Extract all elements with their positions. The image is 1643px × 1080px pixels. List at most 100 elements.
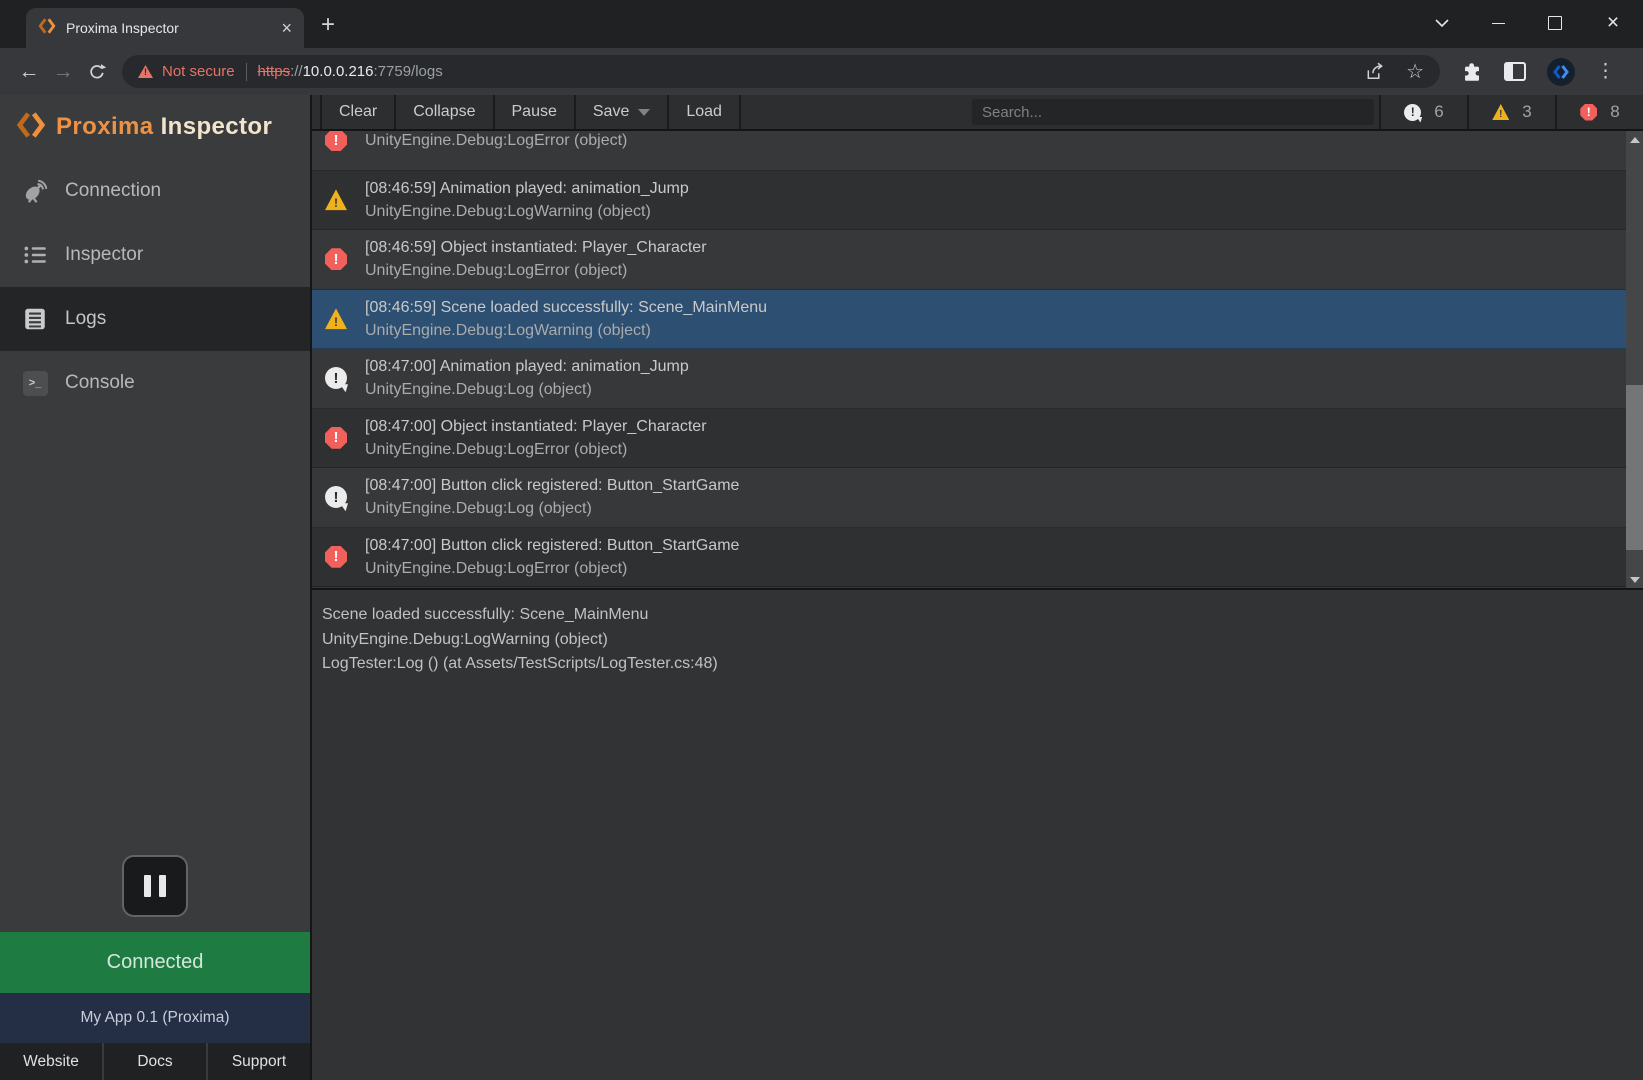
scroll-down-arrow-icon[interactable] xyxy=(1626,571,1643,588)
share-icon[interactable] xyxy=(1364,62,1386,82)
error-count-filter[interactable]: 8 xyxy=(1555,95,1643,129)
profile-avatar[interactable] xyxy=(1547,58,1575,86)
back-button[interactable]: ← xyxy=(12,55,46,89)
info-icon xyxy=(1404,104,1421,121)
tab-search-chevron-icon[interactable] xyxy=(1424,6,1460,40)
window-maximize-button[interactable] xyxy=(1537,6,1573,40)
log-message: [08:46:59] Scene loaded successfully: Sc… xyxy=(365,296,767,319)
log-row[interactable]: UnityEngine.Debug:LogError (object) xyxy=(312,131,1626,171)
new-tab-button[interactable]: + xyxy=(315,12,341,38)
sidebar-footer: Website Docs Support xyxy=(0,1043,310,1080)
log-stacktrace: UnityEngine.Debug:LogError (object) xyxy=(365,557,739,580)
info-count-filter[interactable]: 6 xyxy=(1379,95,1467,129)
app-title: Proxima Inspector xyxy=(56,113,272,141)
log-list-viewport: UnityEngine.Debug:LogError (object) [08:… xyxy=(312,131,1643,590)
url-omnibox[interactable]: Not secure https://10.0.0.216:7759/logs … xyxy=(122,55,1440,88)
warning-count: 3 xyxy=(1522,102,1531,122)
tab-title: Proxima Inspector xyxy=(66,20,271,36)
browser-titlebar: Proxima Inspector × + × xyxy=(0,0,1643,48)
log-message: [08:46:59] Animation played: animation_J… xyxy=(365,177,689,200)
log-row[interactable]: [08:47:00] Animation played: animation_J… xyxy=(312,349,1626,409)
warning-icon xyxy=(325,308,347,330)
url-separator: :// xyxy=(290,63,303,80)
search-input[interactable] xyxy=(972,99,1374,125)
sidebar-item-inspector[interactable]: Inspector xyxy=(0,223,310,287)
log-message: [08:47:00] Animation played: animation_J… xyxy=(365,355,689,378)
log-message: [08:47:00] Button click registered: Butt… xyxy=(365,534,739,557)
warning-icon xyxy=(1492,104,1509,121)
log-stacktrace: UnityEngine.Debug:Log (object) xyxy=(365,378,689,401)
detail-line: UnityEngine.Debug:LogWarning (object) xyxy=(322,628,1633,653)
sidebar-item-console[interactable]: >_ Console xyxy=(0,351,310,415)
footer-link-website[interactable]: Website xyxy=(0,1043,102,1080)
bookmark-star-icon[interactable]: ☆ xyxy=(1406,59,1424,84)
vertical-scrollbar[interactable] xyxy=(1626,131,1643,588)
warning-count-filter[interactable]: 3 xyxy=(1467,95,1555,129)
log-row[interactable]: [08:46:59] Animation played: animation_J… xyxy=(312,171,1626,231)
proxima-logo-icon xyxy=(16,109,46,146)
logs-toolbar: Clear Collapse Pause Save Load 6 3 xyxy=(312,95,1643,131)
not-secure-warning-icon xyxy=(138,65,153,78)
favicon-proxima-logo-icon xyxy=(38,17,56,40)
info-count: 6 xyxy=(1434,102,1443,122)
connection-status-badge: Connected xyxy=(0,932,310,993)
error-icon xyxy=(325,427,347,449)
pause-icon xyxy=(144,875,151,897)
log-stacktrace: UnityEngine.Debug:LogError (object) xyxy=(365,438,707,461)
window-minimize-button[interactable] xyxy=(1480,6,1516,40)
log-row[interactable]: [08:46:59] Scene loaded successfully: Sc… xyxy=(312,290,1626,350)
app-info-badge: My App 0.1 (Proxima) xyxy=(0,993,310,1043)
save-dropdown-caret-icon[interactable] xyxy=(638,109,650,116)
error-icon xyxy=(325,248,347,270)
sidebar-item-logs[interactable]: Logs xyxy=(0,287,310,351)
sidebar: Proxima Inspector Conne xyxy=(0,95,310,1080)
scrollbar-thumb[interactable] xyxy=(1626,385,1643,550)
sidebar-item-label: Connection xyxy=(65,180,161,202)
log-row[interactable]: [08:47:00] Object instantiated: Player_C… xyxy=(312,409,1626,469)
url-scheme: https xyxy=(258,63,291,80)
side-panel-icon[interactable] xyxy=(1504,62,1526,81)
footer-link-support[interactable]: Support xyxy=(206,1043,310,1080)
extensions-puzzle-icon[interactable] xyxy=(1461,61,1483,83)
list-icon xyxy=(20,242,50,268)
log-list: UnityEngine.Debug:LogError (object) [08:… xyxy=(312,131,1626,587)
pause-stream-button[interactable] xyxy=(122,855,188,917)
log-message: [08:47:00] Button click registered: Butt… xyxy=(365,474,739,497)
pause-icon xyxy=(159,875,166,897)
log-stacktrace: UnityEngine.Debug:LogWarning (object) xyxy=(365,200,689,223)
satellite-icon xyxy=(20,178,50,205)
save-button[interactable]: Save xyxy=(576,95,669,129)
log-message: [08:46:59] Object instantiated: Player_C… xyxy=(365,236,707,259)
terminal-icon: >_ xyxy=(20,371,50,396)
log-stacktrace: UnityEngine.Debug:Log (object) xyxy=(365,497,739,520)
reload-button[interactable] xyxy=(80,55,114,89)
log-row[interactable]: [08:46:59] Object instantiated: Player_C… xyxy=(312,230,1626,290)
not-secure-label[interactable]: Not secure xyxy=(162,63,235,80)
log-row[interactable]: [08:47:00] Button click registered: Butt… xyxy=(312,468,1626,528)
browser-tab[interactable]: Proxima Inspector × xyxy=(26,8,304,48)
url-path: :7759/logs xyxy=(374,63,443,80)
pause-button[interactable]: Pause xyxy=(495,95,576,129)
sidebar-item-connection[interactable]: Connection xyxy=(0,159,310,223)
clear-button[interactable]: Clear xyxy=(322,95,396,129)
omnibox-divider xyxy=(246,63,247,81)
warning-icon xyxy=(325,189,347,211)
browser-menu-icon[interactable]: ⋮ xyxy=(1596,60,1615,83)
scroll-up-arrow-icon[interactable] xyxy=(1626,131,1643,148)
error-icon xyxy=(325,131,347,151)
log-stacktrace: UnityEngine.Debug:LogError (object) xyxy=(365,259,707,282)
log-detail-pane: Scene loaded successfully: Scene_MainMen… xyxy=(312,590,1643,1080)
app-logo: Proxima Inspector xyxy=(0,95,310,159)
log-row[interactable]: [08:47:00] Button click registered: Butt… xyxy=(312,528,1626,588)
error-count: 8 xyxy=(1610,102,1619,122)
log-stacktrace: UnityEngine.Debug:LogWarning (object) xyxy=(365,319,767,342)
window-close-button[interactable]: × xyxy=(1595,6,1631,40)
load-button[interactable]: Load xyxy=(669,95,741,129)
collapse-button[interactable]: Collapse xyxy=(396,95,494,129)
sidebar-item-label: Logs xyxy=(65,308,106,330)
forward-button[interactable]: → xyxy=(46,55,80,89)
tab-close-icon[interactable]: × xyxy=(281,19,292,37)
logs-panel: Clear Collapse Pause Save Load 6 3 xyxy=(310,95,1643,1080)
footer-link-docs[interactable]: Docs xyxy=(102,1043,206,1080)
document-icon xyxy=(20,306,50,332)
